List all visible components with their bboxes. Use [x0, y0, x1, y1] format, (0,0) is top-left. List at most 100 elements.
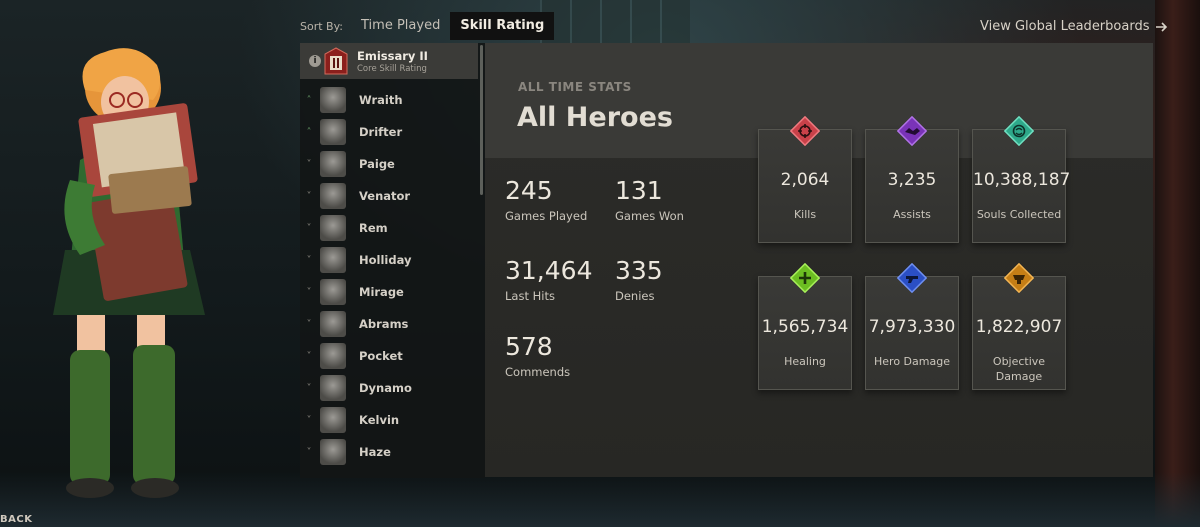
stat-value: 131: [615, 176, 663, 205]
chevron-down-icon: ˅: [306, 318, 312, 330]
stat-value: 335: [615, 256, 663, 285]
gun-icon: [897, 263, 927, 293]
card-label: Souls Collected: [976, 208, 1062, 221]
hero-name: Holliday: [359, 253, 412, 267]
background-curtain: [1155, 0, 1200, 527]
chevron-down-icon: ˅: [306, 350, 312, 362]
stat-label: Denies: [615, 289, 655, 303]
hero-row-holliday[interactable]: ˅ Holliday: [300, 244, 478, 276]
hero-row-haze[interactable]: ˅ Haze: [300, 436, 478, 468]
hero-name: Paige: [359, 157, 395, 171]
hero-portrait-icon: [320, 87, 346, 113]
tab-skill-rating[interactable]: Skill Rating: [450, 12, 555, 40]
back-button[interactable]: BACK: [0, 514, 32, 525]
rank-text: Emissary II Core Skill Rating: [357, 49, 428, 74]
chevron-down-icon: ˅: [306, 222, 312, 234]
card-assists: 3,235 Assists: [865, 116, 959, 243]
rank-name: Emissary II: [357, 48, 428, 63]
hero-row-mirage[interactable]: ˅ Mirage: [300, 276, 478, 308]
stat-label: Games Played: [505, 209, 588, 223]
stat-label: Last Hits: [505, 289, 555, 303]
hero-row-wraith[interactable]: ˄ Wraith: [300, 84, 478, 116]
chevron-down-icon: ˅: [306, 158, 312, 170]
hero-row-pocket[interactable]: ˅ Pocket: [300, 340, 478, 372]
hero-name: Dynamo: [359, 381, 412, 395]
card-label: Objective Damage: [992, 355, 1046, 383]
card-label: Kills: [793, 208, 817, 221]
hero-portrait-icon: [320, 247, 346, 273]
chevron-down-icon: ˅: [306, 254, 312, 266]
hero-name: Pocket: [359, 349, 403, 363]
stat-last-hits: 31,464 Last Hits: [505, 256, 592, 303]
chevron-down-icon: ˅: [306, 286, 312, 298]
plus-icon: [790, 263, 820, 293]
hero-portrait-icon: [320, 215, 346, 241]
chevron-down-icon: ˅: [306, 414, 312, 426]
sort-bar: Sort By: Time Played Skill Rating: [300, 12, 555, 40]
chevron-down-icon: ˅: [306, 190, 312, 202]
stats-kicker: ALL TIME STATS: [518, 80, 632, 94]
card-label: Hero Damage: [874, 355, 950, 368]
card-healing: 1,565,734 Healing: [758, 263, 852, 390]
arrow-right-icon: [1156, 21, 1168, 32]
hero-name: Rem: [359, 221, 388, 235]
stat-value: 31,464: [505, 256, 593, 285]
hero-row-kelvin[interactable]: ˅ Kelvin: [300, 404, 478, 436]
stat-value: 245: [505, 176, 553, 205]
hero-row-abrams[interactable]: ˅ Abrams: [300, 308, 478, 340]
stat-label: Games Won: [615, 209, 684, 223]
stat-games-played: 245 Games Played: [505, 176, 587, 223]
sort-label: Sort By:: [300, 19, 344, 33]
card-hero-damage: 7,973,330 Hero Damage: [865, 263, 959, 390]
card-label: Healing: [784, 355, 826, 368]
hero-list: i Emissary II Core Skill Rating ˄ Wraith ˄…: [300, 43, 485, 478]
hero-portrait-icon: [320, 119, 346, 145]
hero-portrait-icon: [320, 439, 346, 465]
card-value: 7,973,330: [868, 317, 956, 337]
rank-badge-icon: [324, 47, 348, 75]
stat-value: 578: [505, 332, 553, 361]
hero-list-scrollbar[interactable]: [480, 45, 483, 195]
chevron-down-icon: ˅: [306, 382, 312, 394]
stat-label: Commends: [505, 365, 571, 379]
hero-name: Drifter: [359, 125, 403, 139]
hero-row-dynamo[interactable]: ˅ Dynamo: [300, 372, 478, 404]
card-value: 3,235: [887, 170, 937, 190]
hero-name: Mirage: [359, 285, 404, 299]
hero-name: Kelvin: [359, 413, 400, 427]
hero-name: Venator: [359, 189, 411, 203]
card-label: Assists: [893, 208, 931, 221]
hero-portrait-icon: [320, 343, 346, 369]
hero-illustration: [53, 48, 205, 498]
card-value: 10,388,187: [973, 170, 1071, 190]
card-souls-collected: 10,388,187 Souls Collected: [972, 116, 1071, 243]
card-kills: 2,064 Kills: [758, 116, 852, 243]
hero-row-rem[interactable]: ˅ Rem: [300, 212, 478, 244]
hero-row-paige[interactable]: ˅ Paige: [300, 148, 478, 180]
info-icon[interactable]: i: [309, 55, 321, 67]
global-link-label: View Global Leaderboards: [980, 19, 1150, 34]
card-value: 2,064: [780, 170, 830, 190]
stat-denies: 335 Denies: [615, 256, 663, 303]
stat-games-won: 131 Games Won: [615, 176, 684, 223]
view-global-leaderboards-link[interactable]: View Global Leaderboards: [980, 19, 1168, 34]
hero-row-venator[interactable]: ˅ Venator: [300, 180, 478, 212]
card-value: 1,565,734: [761, 317, 849, 337]
hero-portrait-icon: [320, 375, 346, 401]
stat-commends: 578 Commends: [505, 332, 570, 379]
soul-orb-icon: [1004, 116, 1034, 146]
hero-portrait-icon: [320, 183, 346, 209]
card-value: 1,822,907: [975, 317, 1063, 337]
card-objective-damage: 1,822,907 Objective Damage: [972, 263, 1066, 390]
handshake-icon: [897, 116, 927, 146]
tab-time-played[interactable]: Time Played: [351, 12, 450, 40]
rank-row[interactable]: i Emissary II Core Skill Rating: [300, 43, 478, 79]
hero-row-drifter[interactable]: ˄ Drifter: [300, 116, 478, 148]
hero-portrait-icon: [320, 151, 346, 177]
hero-name: Haze: [359, 445, 391, 459]
chevron-down-icon: ˅: [306, 446, 312, 458]
hero-portrait-icon: [320, 279, 346, 305]
hero-portrait-icon: [320, 311, 346, 337]
stats-panel: ALL TIME STATS All Heroes 245 Games Play…: [485, 43, 1153, 477]
hero-portrait-icon: [320, 407, 346, 433]
